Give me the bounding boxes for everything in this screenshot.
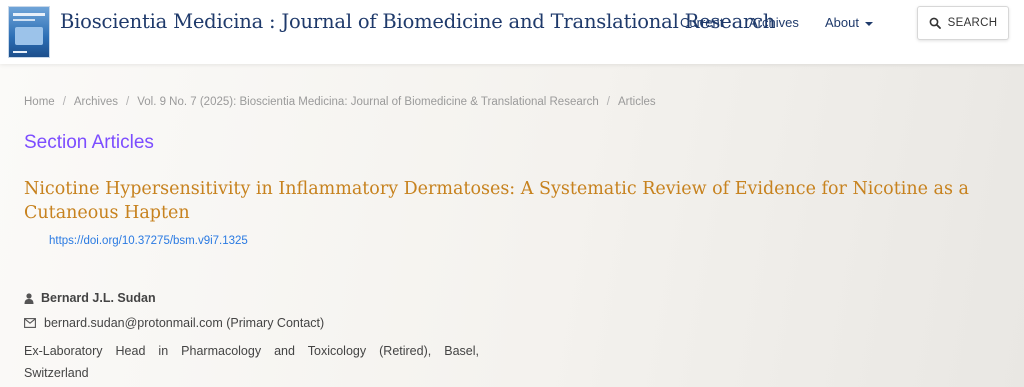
search-label: SEARCH xyxy=(947,17,998,29)
user-icon xyxy=(24,292,34,304)
envelope-icon xyxy=(24,318,36,328)
doi-link[interactable]: https://doi.org/10.37275/bsm.v9i7.1325 xyxy=(49,235,248,247)
author-email-text: bernard.sudan@protonmail.com (Primary Co… xyxy=(44,316,325,330)
nav-current[interactable]: Current xyxy=(680,15,723,30)
breadcrumb-separator: / xyxy=(126,96,130,108)
search-button[interactable]: SEARCH xyxy=(917,6,1009,40)
section-title: Section Articles xyxy=(24,132,154,153)
breadcrumb: Home / Archives / Vol. 9 No. 7 (2025): Biosc… xyxy=(24,96,656,108)
breadcrumb-separator: / xyxy=(62,96,66,108)
author-name: Bernard J.L. Sudan xyxy=(24,291,156,305)
nav-about-label: About xyxy=(825,15,859,30)
site-title[interactable]: Bioscientia Medicina : Journal of Biomed… xyxy=(60,10,775,33)
search-icon xyxy=(929,17,941,29)
breadcrumb-issue[interactable]: Vol. 9 No. 7 (2025): Bioscientia Medicin… xyxy=(137,96,599,108)
breadcrumb-archives[interactable]: Archives xyxy=(74,96,118,108)
author-affiliation: Ex-Laboratory Head in Pharmacology and T… xyxy=(24,344,479,380)
article-title: Nicotine Hypersensitivity in Inflammator… xyxy=(24,179,969,223)
chevron-down-icon xyxy=(864,21,873,26)
nav-archives[interactable]: Archives xyxy=(749,15,799,30)
nav-about[interactable]: About xyxy=(825,15,873,30)
breadcrumb-separator: / xyxy=(606,96,610,108)
author-email[interactable]: bernard.sudan@protonmail.com (Primary Co… xyxy=(24,316,324,330)
breadcrumb-current: Articles xyxy=(617,96,656,108)
journal-logo[interactable] xyxy=(8,6,50,58)
breadcrumb-home[interactable]: Home xyxy=(24,96,55,108)
author-name-text: Bernard J.L. Sudan xyxy=(41,291,156,305)
site-header: Bioscientia Medicina : Journal of Biomed… xyxy=(0,0,1024,64)
